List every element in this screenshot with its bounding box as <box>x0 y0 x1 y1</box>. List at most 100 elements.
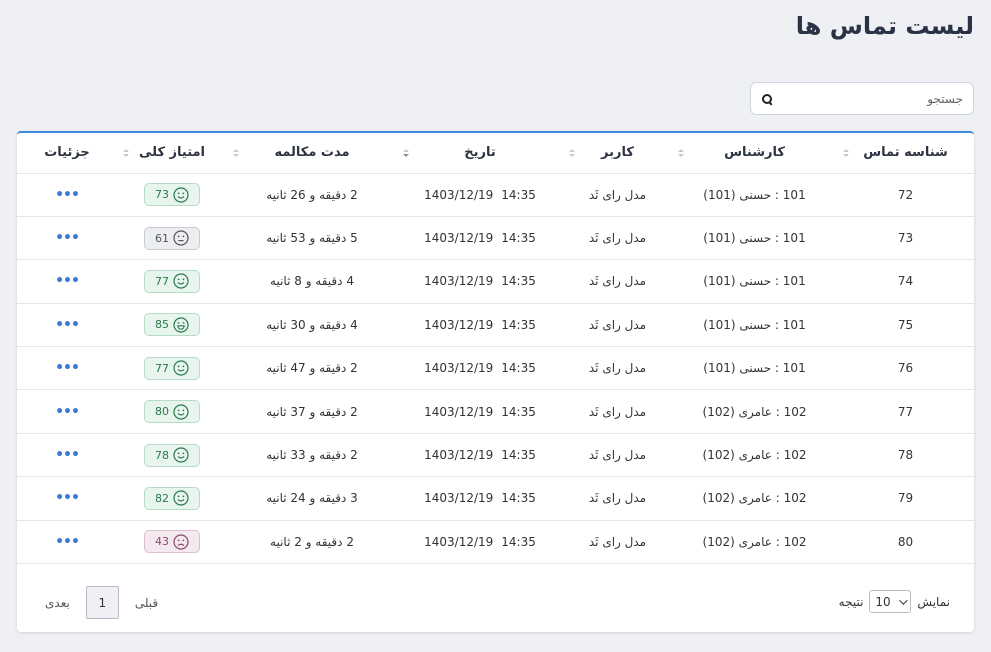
search-input[interactable] <box>773 91 963 106</box>
score-cell: 61 <box>117 216 227 261</box>
date-cell: 1403/12/19 14:35 <box>397 476 563 521</box>
time-value: 14:35 <box>501 534 536 549</box>
agent-cell: 102 : عامری (102) <box>672 520 837 565</box>
pagination: بعدی 1 قبلی <box>45 586 158 619</box>
date-cell: 1403/12/19 14:35 <box>397 433 563 478</box>
page-number-button[interactable]: 1 <box>85 586 119 619</box>
call-id-cell: 77 <box>837 389 974 434</box>
next-page-button[interactable]: بعدی <box>45 596 70 610</box>
neutral-face-icon <box>173 230 189 246</box>
table-row: 72 101 : حسنی (101) مدل رای ثَد 1403/12/19 1… <box>17 173 974 217</box>
table-row: 75 101 : حسنی (101) مدل رای ثَد 1403/12/19 1… <box>17 303 974 348</box>
score-cell: 77 <box>117 346 227 391</box>
date-cell: 1403/12/19 14:35 <box>397 389 563 434</box>
user-cell: مدل رای ثَد <box>563 173 672 217</box>
call-id-cell: 75 <box>837 303 974 348</box>
date-cell: 1403/12/19 14:35 <box>397 173 563 217</box>
call-id-cell: 74 <box>837 259 974 304</box>
sort-icon[interactable] <box>403 148 409 157</box>
column-header-date[interactable]: تاریخ <box>397 133 563 174</box>
duration-cell: 4 دقیقه و 8 ثانیه <box>227 259 397 304</box>
call-id-cell: 79 <box>837 476 974 521</box>
column-header-user[interactable]: کاربر <box>563 133 672 174</box>
sort-icon[interactable] <box>843 148 849 157</box>
table-row: 74 101 : حسنی (101) مدل رای ثَد 1403/12/19 1… <box>17 259 974 304</box>
duration-cell: 4 دقیقه و 30 ثانیه <box>227 303 397 348</box>
details-cell: ••• <box>17 346 117 391</box>
score-badge: 73 <box>144 183 200 207</box>
sort-icon[interactable] <box>233 148 239 157</box>
agent-cell: 101 : حسنی (101) <box>672 346 837 391</box>
score-value: 78 <box>155 448 169 462</box>
sort-icon[interactable] <box>569 148 575 157</box>
score-badge: 77 <box>144 269 200 293</box>
user-cell: مدل رای ثَد <box>563 259 672 304</box>
more-dots-icon[interactable]: ••• <box>55 317 80 333</box>
duration-cell: 5 دقیقه و 53 ثانیه <box>227 216 397 261</box>
duration-cell: 2 دقیقه و 26 ثانیه <box>227 173 397 217</box>
search-icon[interactable] <box>761 93 773 105</box>
time-value: 14:35 <box>501 231 536 246</box>
user-cell: مدل رای ثَد <box>563 520 672 565</box>
smile-face-icon <box>173 360 189 376</box>
score-value: 82 <box>155 491 169 505</box>
user-cell: مدل رای ثَد <box>563 389 672 434</box>
show-label: نمایش <box>917 594 950 609</box>
time-value: 14:35 <box>501 317 536 332</box>
more-dots-icon[interactable]: ••• <box>55 230 80 246</box>
more-dots-icon[interactable]: ••• <box>55 490 80 506</box>
page-size-select[interactable]: 10 <box>869 590 912 613</box>
date-value: 1403/12/19 <box>424 448 494 463</box>
time-value: 14:35 <box>501 187 536 202</box>
score-cell: 82 <box>117 476 227 521</box>
agent-cell: 102 : عامری (102) <box>672 389 837 434</box>
date-value: 1403/12/19 <box>424 187 494 202</box>
column-header-duration[interactable]: مدت مکالمه <box>227 133 397 174</box>
more-dots-icon[interactable]: ••• <box>55 360 80 376</box>
smile-face-icon <box>173 187 189 203</box>
sort-icon[interactable] <box>123 148 129 157</box>
date-value: 1403/12/19 <box>424 361 494 376</box>
more-dots-icon[interactable]: ••• <box>55 273 80 289</box>
score-badge: 43 <box>144 530 200 554</box>
table-row: 76 101 : حسنی (101) مدل رای ثَد 1403/12/19 1… <box>17 346 974 391</box>
score-badge: 85 <box>144 313 200 337</box>
more-dots-icon[interactable]: ••• <box>55 187 80 203</box>
smile-face-icon <box>173 273 189 290</box>
time-value: 14:35 <box>501 448 536 463</box>
column-header-call-id[interactable]: شناسه تماس <box>837 133 974 174</box>
score-value: 73 <box>155 188 169 202</box>
score-value: 43 <box>155 535 169 549</box>
search-box[interactable] <box>750 82 974 115</box>
agent-cell: 101 : حسنی (101) <box>672 216 837 261</box>
chevron-down-icon <box>899 595 909 605</box>
calls-table-card: شناسه تماس کارشناس کاربر تاریخ مدت مکالم… <box>17 131 974 632</box>
details-cell: ••• <box>17 433 117 478</box>
table-row: 77 102 : عامری (102) مدل رای ثَد 1403/12/19… <box>17 389 974 434</box>
details-cell: ••• <box>17 216 117 261</box>
prev-page-button[interactable]: قبلی <box>135 596 158 610</box>
date-cell: 1403/12/19 14:35 <box>397 216 563 261</box>
date-value: 1403/12/19 <box>424 231 494 246</box>
date-cell: 1403/12/19 14:35 <box>397 259 563 304</box>
date-value: 1403/12/19 <box>424 317 494 332</box>
date-value: 1403/12/19 <box>424 274 494 289</box>
score-value: 61 <box>155 231 169 245</box>
date-value: 1403/12/19 <box>424 491 494 506</box>
date-cell: 1403/12/19 14:35 <box>397 520 563 565</box>
user-cell: مدل رای ثَد <box>563 433 672 478</box>
duration-cell: 2 دقیقه و 33 ثانیه <box>227 433 397 478</box>
time-value: 14:35 <box>501 491 536 506</box>
table-row: 80 102 : عامری (102) مدل رای ثَد 1403/12/19… <box>17 520 974 565</box>
score-badge: 77 <box>144 356 200 380</box>
score-badge: 82 <box>144 486 200 510</box>
smile-face-icon <box>173 404 189 420</box>
time-value: 14:35 <box>501 404 536 419</box>
column-header-agent[interactable]: کارشناس <box>672 133 837 174</box>
sort-icon[interactable] <box>678 148 684 157</box>
more-dots-icon[interactable]: ••• <box>55 447 80 463</box>
column-header-score[interactable]: امتیاز کلی <box>117 133 227 174</box>
more-dots-icon[interactable]: ••• <box>55 404 80 420</box>
results-label: نتیجه <box>838 594 864 609</box>
more-dots-icon[interactable]: ••• <box>55 534 80 550</box>
